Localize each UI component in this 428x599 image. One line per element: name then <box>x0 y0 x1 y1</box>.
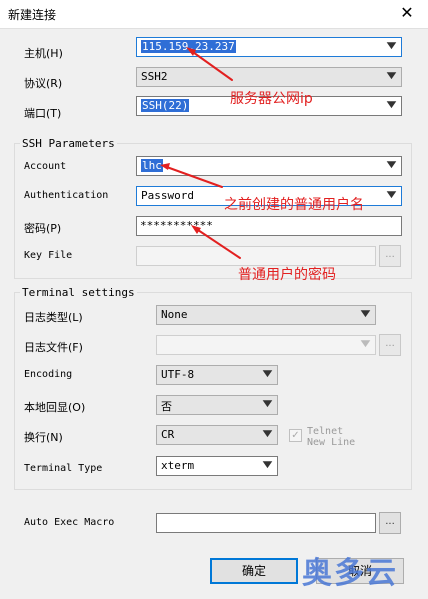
local-echo-value: 否 <box>161 400 172 413</box>
local-echo-select[interactable]: 否 ▼ <box>156 395 278 415</box>
macro-browse-button[interactable]: ... <box>379 512 401 534</box>
password-label: 密码(P) <box>24 222 62 235</box>
annotation-password: 普通用户的密码 <box>238 267 336 283</box>
port-label: 端口(T) <box>24 107 62 120</box>
ssh-group-title: SSH Parameters <box>20 137 117 150</box>
password-field[interactable]: *********** <box>136 216 402 236</box>
host-combo[interactable]: 115.159.23.237 ▼ <box>136 37 402 57</box>
log-type-select[interactable]: None ▼ <box>156 305 376 325</box>
account-combo[interactable]: lhc ▼ <box>136 156 402 176</box>
port-value: SSH(22) <box>141 99 190 112</box>
encoding-label: Encoding <box>24 369 73 380</box>
title-bar: 新建连接 ✕ <box>0 0 428 28</box>
chevron-down-icon[interactable]: ▼ <box>387 190 397 200</box>
newline-value: CR <box>161 428 175 441</box>
password-value: *********** <box>140 219 213 232</box>
auto-exec-macro-label: Auto Exec Macro <box>24 517 115 528</box>
chevron-down-icon[interactable]: ▼ <box>263 399 273 409</box>
log-type-value: None <box>161 308 188 321</box>
authentication-value: Password <box>141 189 194 202</box>
annotation-server-ip: 服务器公网ip <box>230 91 313 107</box>
account-value: lhc <box>141 159 163 172</box>
local-echo-label: 本地回显(O) <box>24 401 86 414</box>
encoding-select[interactable]: UTF-8 ▼ <box>156 365 278 385</box>
annotation-username: 之前创建的普通用户名 <box>224 197 364 213</box>
chevron-down-icon[interactable]: ▼ <box>263 429 273 439</box>
protocol-select[interactable]: SSH2 ▼ <box>136 67 402 87</box>
log-type-label: 日志类型(L) <box>24 311 83 324</box>
chevron-down-icon[interactable]: ▼ <box>387 71 397 81</box>
chevron-down-icon[interactable]: ▼ <box>387 100 397 110</box>
log-file-combo[interactable]: ▼ <box>156 335 376 355</box>
host-label: 主机(H) <box>24 47 63 60</box>
chevron-down-icon[interactable]: ▼ <box>263 369 273 379</box>
watermark-logo: 奥多云 <box>302 556 398 591</box>
encoding-value: UTF-8 <box>161 368 195 381</box>
newline-label: 换行(N) <box>24 431 63 444</box>
ok-button[interactable]: 确定 <box>210 558 298 584</box>
terminal-type-combo[interactable]: xterm ▼ <box>156 456 278 476</box>
chevron-down-icon[interactable]: ▼ <box>361 309 371 319</box>
terminal-type-label: Terminal Type <box>24 463 103 474</box>
terminal-group-title: Terminal settings <box>20 286 137 299</box>
chevron-down-icon[interactable]: ▼ <box>387 160 397 170</box>
log-file-browse-button[interactable]: ... <box>379 334 401 356</box>
chevron-down-icon[interactable]: ▼ <box>263 460 273 470</box>
telnet-newline-label-2: New Line <box>307 437 356 448</box>
log-file-label: 日志文件(F) <box>24 341 83 354</box>
protocol-label: 协议(R) <box>24 77 63 90</box>
account-label: Account <box>24 161 67 172</box>
terminal-type-value: xterm <box>161 459 195 472</box>
telnet-newline-label-1: Telnet <box>307 426 344 437</box>
protocol-value: SSH2 <box>141 70 168 83</box>
host-value: 115.159.23.237 <box>141 40 236 53</box>
auto-exec-macro-field[interactable] <box>156 513 376 533</box>
keyfile-field[interactable] <box>136 246 376 266</box>
authentication-label: Authentication <box>24 190 109 201</box>
newline-select[interactable]: CR ▼ <box>156 425 278 445</box>
chevron-down-icon[interactable]: ▼ <box>361 339 371 349</box>
telnet-newline-checkbox[interactable]: ✓ <box>289 429 302 442</box>
chevron-down-icon[interactable]: ▼ <box>387 41 397 51</box>
keyfile-label: Key File <box>24 250 73 261</box>
window-title: 新建连接 <box>8 8 57 22</box>
keyfile-browse-button[interactable]: ... <box>379 245 401 267</box>
close-icon[interactable]: ✕ <box>398 4 416 22</box>
